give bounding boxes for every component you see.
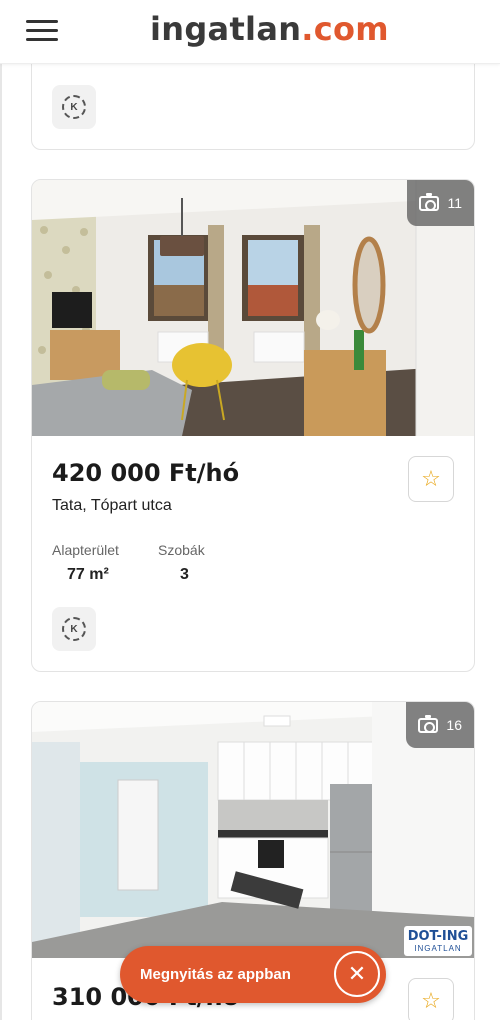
area-label: Alapterület — [52, 542, 119, 558]
open-in-app-label: Megnyitás az appban — [140, 966, 291, 983]
favorite-button[interactable]: ☆ — [408, 456, 454, 502]
agency-logo-icon: K — [62, 95, 86, 119]
listing-photo[interactable]: 11 — [32, 180, 474, 436]
photo-count-value: 16 — [446, 717, 462, 733]
page-edge-divider — [0, 64, 2, 1020]
close-icon[interactable]: ✕ — [334, 951, 380, 997]
listing-address: Tata, Tópart utca — [52, 497, 172, 514]
logo-text: ingatlan — [150, 10, 302, 48]
agency-logo[interactable]: K — [52, 85, 96, 129]
photo-count-badge[interactable]: 16 — [406, 702, 474, 748]
logo-domain: .com — [301, 10, 389, 48]
star-icon: ☆ — [421, 466, 441, 491]
area-value: 77 m² — [67, 566, 109, 583]
agency-badge: DOT-ING INGATLAN — [404, 926, 472, 956]
rooms-value: 3 — [180, 566, 189, 583]
photo-count-value: 11 — [447, 195, 462, 211]
listing-price: 420 000 Ft/hó — [52, 459, 240, 487]
camera-icon — [419, 192, 440, 211]
camera-icon — [418, 714, 439, 733]
hamburger-menu-icon[interactable] — [26, 18, 60, 44]
rooms-label: Szobák — [158, 542, 205, 558]
open-in-app-button[interactable]: Megnyitás az appban ✕ — [120, 946, 386, 1003]
favorite-button[interactable]: ☆ — [408, 978, 454, 1020]
agency-badge-sub: INGATLAN — [414, 943, 462, 953]
star-icon: ☆ — [421, 988, 441, 1013]
agency-logo[interactable]: K — [52, 607, 96, 651]
agency-badge-name: DOT-ING — [407, 928, 469, 944]
agency-logo-icon: K — [62, 617, 86, 641]
listing-card[interactable]: 11 420 000 Ft/hó Tata, Tópart utca ☆ Ala… — [31, 179, 475, 672]
site-logo[interactable]: ingatlan.com — [150, 10, 389, 48]
photo-count-badge[interactable]: 11 — [407, 180, 474, 226]
listing-photo[interactable]: 16 DOT-ING INGATLAN — [32, 702, 474, 958]
top-bar: ingatlan.com — [0, 0, 500, 64]
